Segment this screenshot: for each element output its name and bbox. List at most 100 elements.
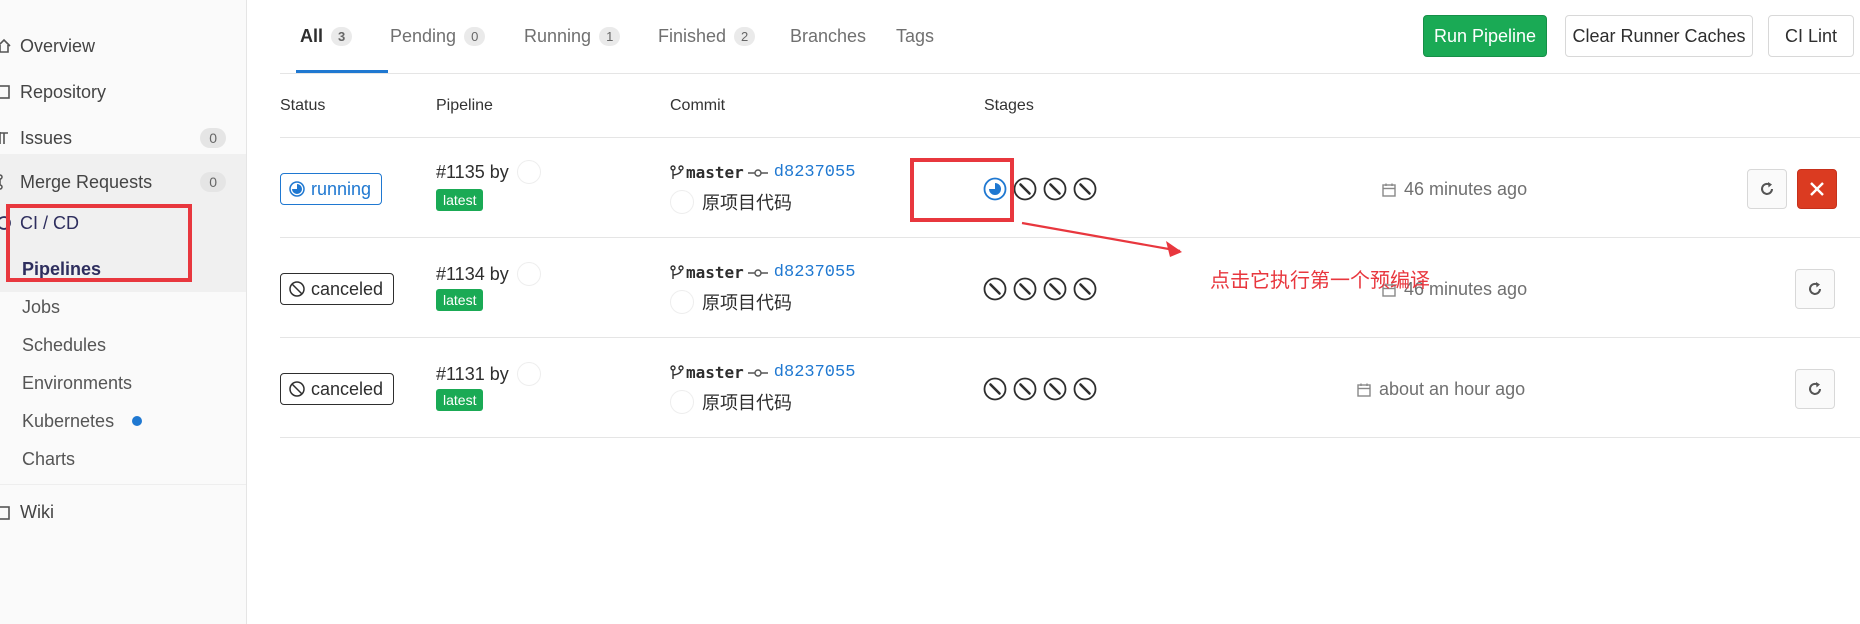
tab-finished[interactable]: Finished 2 [658,26,756,47]
sidebar-sub-label: Charts [22,448,76,469]
stage-skipped-icon[interactable] [1043,177,1067,201]
issues-icon [0,128,14,148]
status-text: canceled [311,378,384,399]
tab-count-badge: 0 [464,27,486,46]
latest-badge: latest [436,189,484,211]
stage-skipped-icon[interactable] [1073,277,1097,301]
commit-message[interactable]: 原项目代码 [670,389,792,415]
tab-branches[interactable]: Branches [790,26,866,47]
avatar [670,190,694,214]
stage-skipped-icon[interactable] [1073,177,1097,201]
commit-message[interactable]: 原项目代码 [670,189,792,215]
latest-badge: latest [436,289,484,311]
header-commit: Commit [670,97,726,114]
stage-skipped-icon[interactable] [1043,277,1067,301]
home-icon [0,36,14,56]
header-status: Status [280,97,326,114]
commit-ref: master d8237055 [670,263,855,282]
ci-lint-button[interactable]: CI Lint [1768,15,1854,57]
pipeline-id[interactable]: #1135 by [436,160,541,184]
sidebar-item-label: Repository [20,81,107,102]
sidebar-item-label: Merge Requests [20,171,153,192]
tab-count-badge: 2 [734,27,756,46]
pipeline-id-text: #1134 by [436,263,509,284]
new-feature-dot-icon [132,416,143,426]
sidebar-sub-label: Schedules [22,334,107,355]
branch-icon [670,264,684,279]
merge-request-icon [0,172,14,192]
pipeline-id[interactable]: #1131 by [436,362,541,386]
stage-skipped-icon[interactable] [1073,377,1097,401]
tab-pending[interactable]: Pending 0 [390,26,486,47]
retry-icon [1809,382,1821,395]
book-icon [0,82,14,102]
retry-button[interactable] [1795,369,1835,409]
run-pipeline-button[interactable]: Run Pipeline [1423,15,1547,57]
commit-sha-link[interactable]: d8237055 [774,163,856,182]
commit-message-text: 原项目代码 [702,193,792,213]
stage-skipped-icon[interactable] [983,377,1007,401]
commit-message[interactable]: 原项目代码 [670,289,792,315]
stages [983,277,1097,301]
stages [983,377,1097,401]
sidebar-sub-charts[interactable]: Charts [0,436,246,482]
tab-tags[interactable]: Tags [896,26,934,47]
annotation-arrow-icon [1021,221,1182,257]
calendar-icon [1357,383,1371,397]
status-badge[interactable]: canceled [280,273,395,305]
status-badge[interactable]: running [280,173,383,205]
commit-icon [747,268,768,277]
pipeline-time: 46 minutes ago [1382,179,1527,200]
stage-skipped-icon[interactable] [983,277,1007,301]
pipeline-id[interactable]: #1134 by [436,262,541,286]
status-badge[interactable]: canceled [280,373,395,405]
calendar-icon [1382,183,1396,197]
time-text: 46 minutes ago [1404,179,1528,199]
commit-sha-link[interactable]: d8237055 [774,363,856,382]
sidebar-sub-label: Jobs [22,296,61,317]
stage-skipped-icon[interactable] [1013,277,1037,301]
stage-running-icon[interactable] [983,177,1007,201]
tab-all[interactable]: All 3 [300,26,353,47]
cancel-button[interactable] [1797,169,1837,209]
sidebar-item-ci-cd[interactable]: CI / CD [0,200,246,246]
avatar[interactable] [516,160,541,184]
commit-icon [747,168,768,177]
sidebar-sub-label: Environments [22,372,133,393]
branch-link[interactable]: master [686,363,744,382]
stage-skipped-icon[interactable] [1043,377,1067,401]
tab-running[interactable]: Running 1 [524,26,621,47]
canceled-status-icon [289,281,305,297]
running-status-icon [289,181,305,197]
retry-button[interactable] [1747,169,1787,209]
sidebar-item-label: Overview [20,35,96,56]
retry-button[interactable] [1795,269,1835,309]
clear-runner-caches-button[interactable]: Clear Runner Caches [1565,15,1753,57]
stage-skipped-icon[interactable] [1013,377,1037,401]
commit-sha-link[interactable]: d8237055 [774,263,856,282]
avatar [670,290,694,314]
commit-message-text: 原项目代码 [702,293,792,313]
avatar[interactable] [516,262,541,286]
branch-link[interactable]: master [686,263,744,282]
sidebar-sub-label: Pipelines [22,258,102,279]
stage-skipped-icon[interactable] [1013,177,1037,201]
branch-icon [670,364,684,379]
close-icon [1810,182,1824,196]
sidebar-item-wiki[interactable]: Wiki [0,484,246,540]
divider [280,137,1860,138]
branch-icon [670,164,684,179]
pipeline-time: about an hour ago [1357,379,1525,400]
tab-label: Branches [790,26,867,46]
tab-label: Running [524,26,592,46]
pipeline-id-text: #1135 by [436,161,509,182]
merge-requests-count-badge: 0 [200,172,226,192]
sidebar-item-label: CI / CD [20,212,80,233]
avatar[interactable] [516,362,541,386]
sidebar-item-label: Issues [20,127,73,148]
branch-link[interactable]: master [686,163,744,182]
tab-label: All [300,26,324,46]
sidebar-sub-label: Kubernetes [22,410,115,431]
commit-icon [747,368,768,377]
commit-ref: master d8237055 [670,363,855,382]
